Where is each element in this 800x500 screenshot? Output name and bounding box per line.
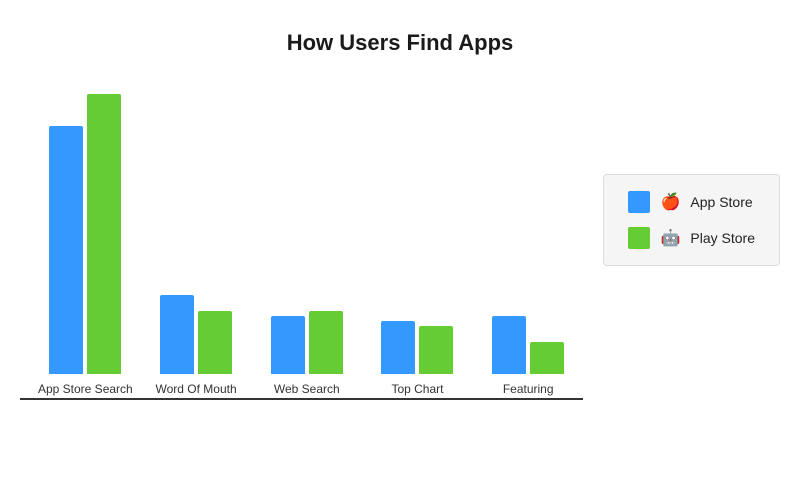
group-label: Web Search [274,382,340,398]
bar-group: 11% 6% Featuring [473,299,584,398]
group-label: App Store Search [38,382,133,398]
chart-area: 47% 53% App Store Search 15% 12% Word Of… [20,80,780,400]
group-label: Top Chart [391,382,443,398]
bar-green-label: 9% [428,309,445,323]
legend-color [628,227,650,249]
bar-blue-label: 11% [497,299,520,313]
bar-green [530,342,564,374]
bars: 11% 12% [271,294,343,374]
group-label: Featuring [503,382,554,398]
bar-green-label: 53% [92,77,116,91]
bars: 15% 12% [160,278,232,374]
bars: 10% 9% [381,304,453,374]
bar-green [309,311,343,374]
legend-color [628,191,650,213]
bar-blue-wrap: 11% [492,299,526,374]
legend-label: App Store [690,194,752,210]
bar-green-wrap: 12% [309,294,343,374]
bar-green [198,311,232,374]
bar-blue [271,316,305,374]
bar-blue-wrap: 15% [160,278,194,374]
bar-green-label: 6% [538,325,555,339]
bar-green-wrap: 12% [198,294,232,374]
bar-green-wrap: 53% [87,77,121,374]
bar-group: 11% 12% Web Search [251,294,362,398]
bar-group: 47% 53% App Store Search [30,77,141,398]
bar-green-label: 12% [203,294,227,308]
legend-item: 🤖 Play Store [628,227,755,249]
legend-item: 🍎 App Store [628,191,755,213]
bar-blue-label: 11% [276,299,299,313]
legend-icon: 🍎 [660,192,680,212]
bar-blue-wrap: 10% [381,304,415,374]
bars: 47% 53% [49,77,121,374]
bar-blue [492,316,526,374]
bar-blue-label: 47% [54,109,78,123]
chart-title: How Users Find Apps [287,30,514,56]
group-label: Word Of Mouth [155,382,236,398]
bar-green-wrap: 9% [419,309,453,374]
legend: 🍎 App Store 🤖 Play Store [603,174,780,266]
legend-icon: 🤖 [660,228,680,248]
bar-blue [49,126,83,374]
bar-group: 10% 9% Top Chart [362,304,473,398]
bar-blue-wrap: 47% [49,109,83,374]
bars: 11% 6% [492,299,564,374]
bar-green [419,326,453,374]
bar-blue-label: 10% [386,304,410,318]
chart-container: 47% 53% App Store Search 15% 12% Word Of… [20,80,583,400]
bar-blue-label: 15% [165,278,189,292]
bar-green-wrap: 6% [530,325,564,374]
bar-group: 15% 12% Word Of Mouth [141,278,252,398]
bar-blue-wrap: 11% [271,299,305,374]
bar-green-label: 12% [314,294,338,308]
bar-blue [381,321,415,374]
bar-green [87,94,121,374]
legend-label: Play Store [690,230,755,246]
bar-blue [160,295,194,374]
